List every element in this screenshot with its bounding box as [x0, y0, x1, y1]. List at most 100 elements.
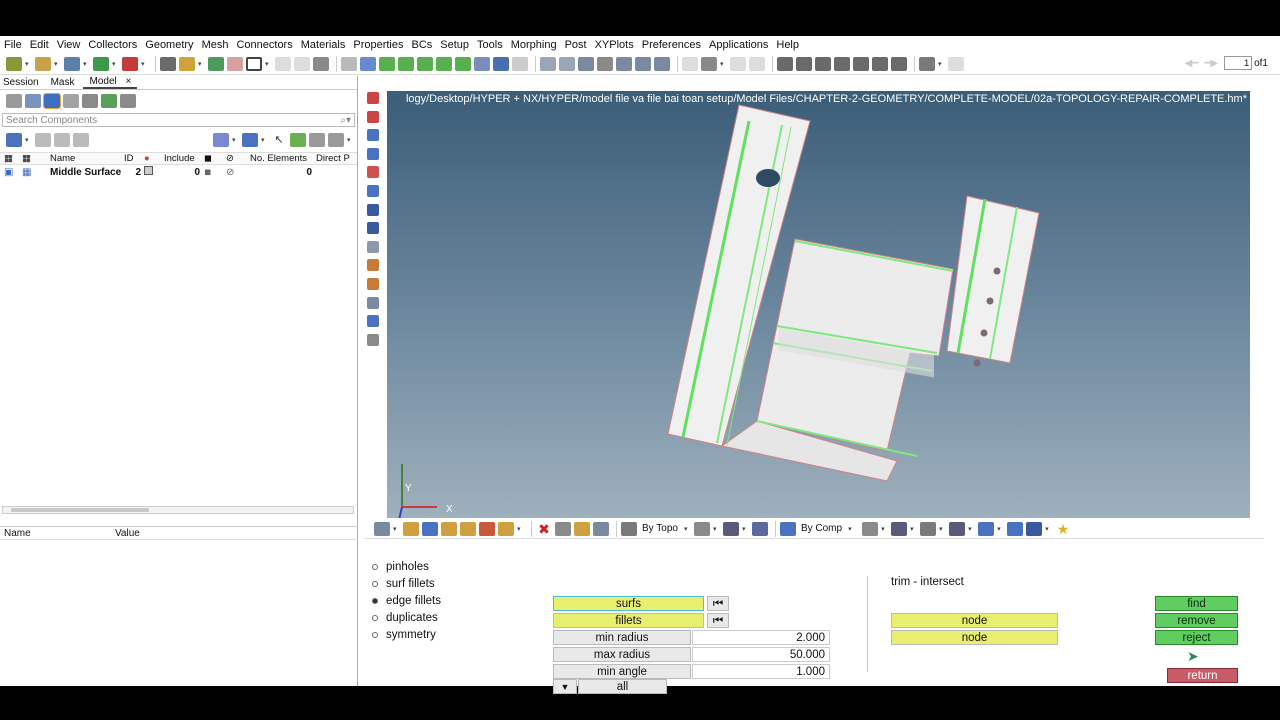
option-duplicates[interactable]: duplicates	[372, 610, 438, 626]
grid-icon[interactable]	[1007, 521, 1024, 536]
chevron-down-icon[interactable]: ▾	[141, 60, 147, 68]
dropdown-icon[interactable]: ▼	[553, 679, 577, 694]
window-icon[interactable]	[815, 56, 831, 71]
add-window-icon[interactable]	[208, 56, 224, 71]
chevron-down-icon[interactable]: ▾	[265, 60, 271, 68]
chevron-down-icon[interactable]: ▾	[83, 60, 89, 68]
window-icon[interactable]	[853, 56, 869, 71]
tree-icon[interactable]	[63, 94, 79, 108]
chevron-down-icon[interactable]: ▾	[938, 60, 944, 68]
window-icon[interactable]	[834, 56, 850, 71]
chevron-down-icon[interactable]: ▾	[232, 136, 238, 144]
abc-icon[interactable]	[367, 277, 379, 290]
view-mode-icon[interactable]	[43, 93, 61, 109]
window-frame-icon[interactable]	[246, 56, 262, 71]
menu-setup[interactable]: Setup	[440, 39, 469, 51]
component-view-icon[interactable]	[242, 133, 258, 147]
settings-icon[interactable]	[374, 521, 390, 536]
rotate-icon[interactable]	[654, 56, 670, 71]
chevron-down-icon[interactable]: ▾	[393, 525, 399, 533]
menu-edit[interactable]: Edit	[30, 39, 49, 51]
chevron-down-icon[interactable]: ▾	[742, 525, 748, 533]
graphics-viewport[interactable]: logy/Desktop/HYPER + NX/HYPER/model file…	[387, 91, 1250, 518]
reverse-icon[interactable]	[593, 521, 609, 536]
entity-icon[interactable]	[213, 133, 229, 147]
mass-icon[interactable]	[367, 333, 379, 346]
zoom-window-icon[interactable]	[559, 56, 575, 71]
chevron-down-icon[interactable]: ▾	[997, 525, 1003, 533]
folder-icon[interactable]	[403, 521, 419, 536]
node-selector-1[interactable]: node	[891, 613, 1058, 628]
new-model-icon[interactable]	[6, 56, 22, 71]
chevron-down-icon[interactable]: ▾	[25, 60, 31, 68]
visibility-icon[interactable]: ⊘	[226, 167, 250, 178]
max-radius-input[interactable]: 50.000	[692, 647, 830, 662]
color-swatch[interactable]	[144, 166, 164, 178]
eye-plus-icon[interactable]	[309, 133, 325, 147]
page-next-icon[interactable]: ━▶	[1204, 58, 1218, 69]
snapshot-icon[interactable]	[313, 56, 329, 71]
radio-icon[interactable]	[372, 615, 378, 621]
filter-icon[interactable]	[25, 94, 41, 108]
components-icon[interactable]	[422, 521, 438, 536]
folder-icon[interactable]	[179, 56, 195, 71]
menu-post[interactable]: Post	[565, 39, 587, 51]
delete-window-icon[interactable]	[227, 56, 243, 71]
horizontal-scrollbar[interactable]	[2, 506, 354, 514]
component-filter-icon[interactable]	[6, 133, 22, 147]
by-topo-dropdown[interactable]: By Topo	[642, 523, 678, 534]
menu-collectors[interactable]: Collectors	[88, 39, 137, 51]
radio-icon[interactable]	[372, 598, 378, 604]
comp-icon[interactable]	[779, 521, 796, 536]
load-icon[interactable]	[441, 521, 457, 536]
axis-x-icon[interactable]	[379, 56, 395, 71]
close-icon[interactable]: ✖	[536, 522, 552, 536]
abc-icon[interactable]	[367, 259, 379, 272]
chevron-down-icon[interactable]: ▾	[517, 525, 523, 533]
mesh-icon[interactable]	[341, 56, 357, 71]
reset-selection-icon[interactable]: ⏮	[707, 613, 729, 628]
user-icon[interactable]	[160, 56, 176, 71]
chevron-down-icon[interactable]: ▾	[720, 60, 726, 68]
shield-icon[interactable]: ◼	[204, 153, 226, 164]
col-name[interactable]: Name	[50, 153, 124, 164]
collapse-icon[interactable]	[120, 94, 136, 108]
axis-rot-icon[interactable]	[455, 56, 471, 71]
expand-icon[interactable]	[101, 94, 117, 108]
view-cube-icon[interactable]	[474, 56, 490, 71]
chevron-down-icon[interactable]: ▾	[261, 136, 267, 144]
transform-icon[interactable]	[367, 296, 379, 309]
fillets-selector[interactable]: fillets	[553, 613, 704, 628]
tab-mask[interactable]: Mask	[48, 77, 78, 88]
all-selector[interactable]: all	[578, 679, 667, 694]
col-no-elements[interactable]: No. Elements	[250, 153, 316, 164]
chevron-down-icon[interactable]: ▾	[848, 525, 854, 533]
line-icon[interactable]	[920, 521, 937, 536]
plane-icon[interactable]	[367, 147, 379, 160]
view-plane-icon[interactable]	[493, 56, 509, 71]
chevron-down-icon[interactable]: ▾	[881, 525, 887, 533]
load-icon[interactable]	[460, 521, 476, 536]
open-model-icon[interactable]	[35, 56, 51, 71]
reset-selection-icon[interactable]: ⏮	[707, 596, 729, 611]
close-icon[interactable]: ×	[123, 76, 135, 87]
menu-properties[interactable]: Properties	[353, 39, 403, 51]
numbers-icon[interactable]	[367, 222, 379, 235]
plane-view-icon[interactable]	[949, 521, 966, 536]
radio-icon[interactable]	[372, 632, 378, 638]
radio-icon[interactable]	[372, 581, 378, 587]
export-icon[interactable]	[122, 56, 138, 71]
by-comp-dropdown[interactable]: By Comp	[801, 523, 842, 534]
undo-icon[interactable]	[919, 56, 935, 71]
search-input[interactable]: Search Components ⌕▾	[2, 113, 355, 127]
menu-connectors[interactable]: Connectors	[236, 39, 292, 51]
system-icon[interactable]	[498, 521, 514, 536]
window-icon[interactable]	[777, 56, 793, 71]
col-direct[interactable]: Direct P	[316, 153, 356, 164]
show-icon[interactable]	[35, 133, 51, 147]
menu-morphing[interactable]: Morphing	[511, 39, 557, 51]
menu-mesh[interactable]: Mesh	[202, 39, 229, 51]
chevron-down-icon[interactable]: ▾	[968, 525, 974, 533]
menu-bcs[interactable]: BCs	[412, 39, 433, 51]
col-id[interactable]: ID	[124, 153, 144, 164]
